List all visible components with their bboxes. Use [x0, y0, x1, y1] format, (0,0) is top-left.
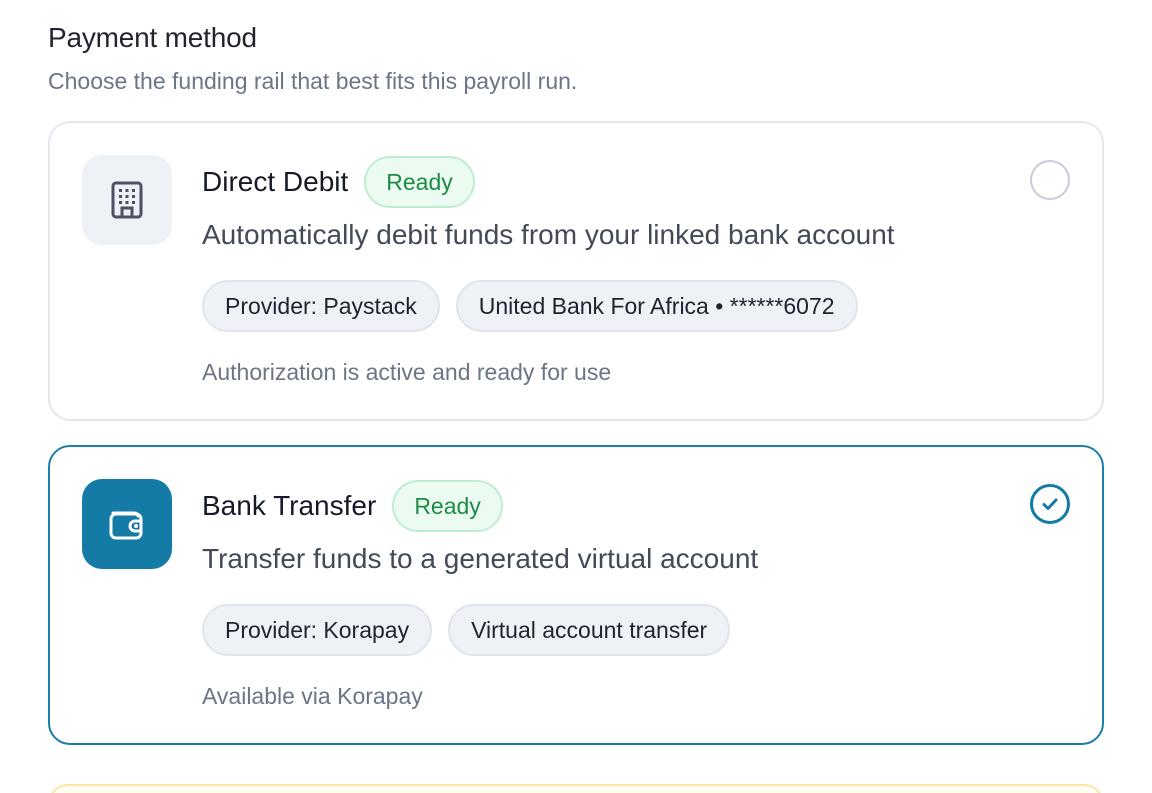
check-icon [1042, 498, 1058, 510]
bank-transfer-method-chip: Virtual account transfer [448, 604, 731, 656]
bank-transfer-note: Available via Korapay [202, 683, 423, 709]
bank-transfer-title: Bank Transfer [202, 490, 377, 521]
direct-debit-provider-chip: Provider: Paystack [202, 280, 440, 332]
direct-debit-description: Automatically debit funds from your link… [202, 219, 895, 250]
bank-transfer-description: Transfer funds to a generated virtual ac… [202, 543, 759, 574]
direct-debit-account-chip: United Bank For Africa • ******6072 [455, 280, 858, 332]
payment-option-direct-debit[interactable]: Direct Debit Ready Automatically debit f… [48, 121, 1104, 421]
direct-debit-status-badge: Ready [364, 156, 475, 208]
direct-debit-chips: Provider: Paystack United Bank For Afric… [202, 280, 858, 332]
payment-option-next[interactable] [48, 784, 1104, 793]
direct-debit-header: Direct Debit Ready [202, 155, 475, 209]
wallet-icon [109, 511, 143, 540]
bank-transfer-chips: Provider: Korapay Virtual account transf… [202, 604, 731, 656]
bank-transfer-status-badge: Ready [392, 480, 503, 532]
payment-option-bank-transfer[interactable]: Bank Transfer Ready Transfer funds to a … [48, 445, 1104, 745]
bank-transfer-header: Bank Transfer Ready [202, 479, 503, 533]
bank-transfer-icon-tile [82, 479, 172, 569]
payment-method-title: Payment method [48, 22, 257, 53]
payment-method-subtitle: Choose the funding rail that best fits t… [48, 68, 578, 94]
bank-transfer-radio[interactable] [1030, 484, 1070, 524]
direct-debit-radio[interactable] [1030, 160, 1070, 200]
building-icon [111, 181, 143, 219]
direct-debit-title: Direct Debit [202, 166, 349, 197]
bank-transfer-provider-chip: Provider: Korapay [202, 604, 433, 656]
direct-debit-icon-tile [82, 155, 172, 245]
direct-debit-note: Authorization is active and ready for us… [202, 359, 612, 385]
